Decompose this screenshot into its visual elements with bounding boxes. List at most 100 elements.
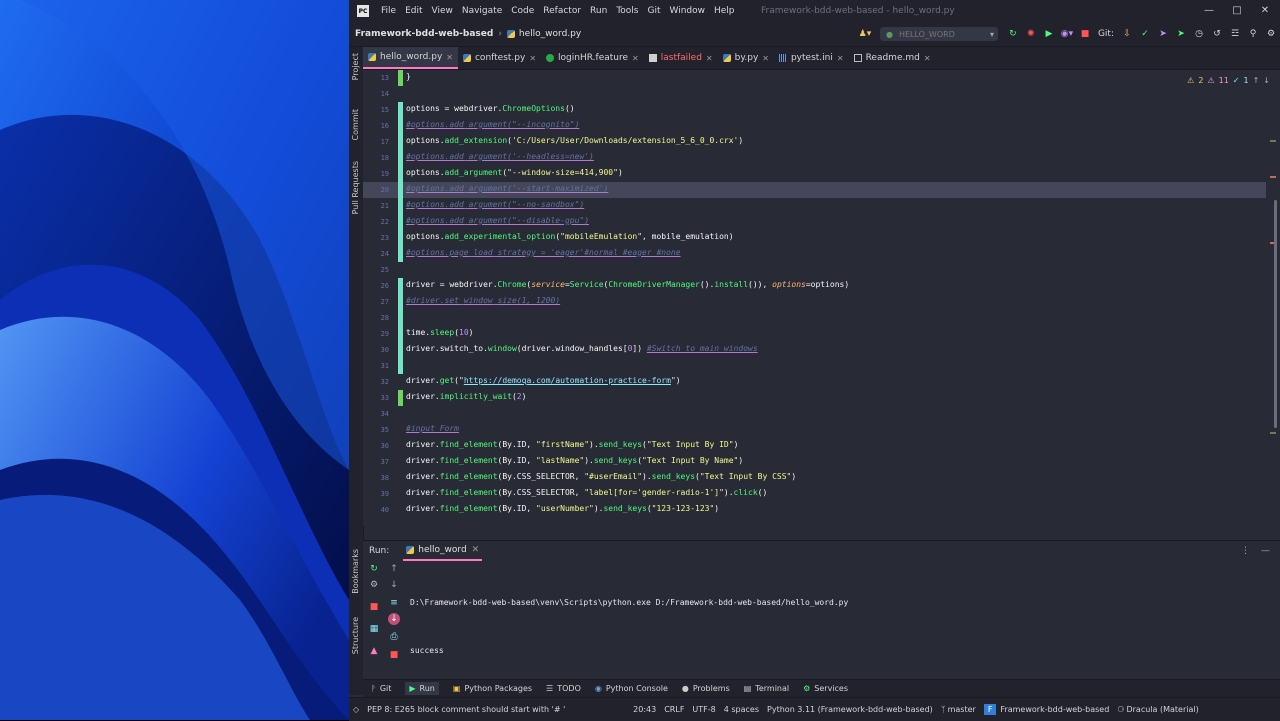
add-user-icon[interactable]: ♟▾ bbox=[857, 29, 873, 39]
vcs-change-marker[interactable] bbox=[398, 342, 403, 358]
caret-position[interactable]: 20:43 bbox=[633, 705, 656, 714]
code-line[interactable]: 15 options = webdriver.ChromeOptions() bbox=[363, 102, 1266, 118]
code-line[interactable]: 21 #options.add_argument("--no-sandbox") bbox=[363, 198, 1266, 214]
profile-icon[interactable]: ◉▾ bbox=[1059, 29, 1075, 39]
code-line[interactable]: 27 #driver.set_window_size(1, 1200) bbox=[363, 294, 1266, 310]
tool-window-commit[interactable]: Commit bbox=[351, 109, 360, 140]
editor-tab[interactable]: pytest.ini ✕ bbox=[774, 47, 849, 69]
line-number[interactable]: 30 bbox=[363, 346, 389, 354]
toggle-tool-windows-icon[interactable]: ◇ bbox=[353, 705, 359, 714]
search-icon[interactable]: ⚲ bbox=[1245, 29, 1261, 39]
line-number[interactable]: 27 bbox=[363, 298, 389, 306]
menu-file[interactable]: File bbox=[381, 6, 396, 16]
editor-tab[interactable]: Readme.md ✕ bbox=[849, 47, 936, 69]
line-number[interactable]: 15 bbox=[363, 106, 389, 114]
minimize-icon[interactable]: — bbox=[1196, 0, 1222, 22]
tool-window-button[interactable]: ▤ Terminal bbox=[744, 684, 789, 693]
line-number[interactable]: 34 bbox=[363, 410, 389, 418]
tool-window-structure[interactable]: Structure bbox=[351, 617, 360, 654]
close-tab-icon[interactable]: ✕ bbox=[924, 54, 931, 63]
code-line[interactable]: 31 bbox=[363, 358, 1266, 374]
line-number[interactable]: 17 bbox=[363, 138, 389, 146]
vcs-change-marker[interactable] bbox=[398, 214, 403, 230]
code-line[interactable]: 14 bbox=[363, 86, 1266, 102]
arrow-down-icon[interactable]: ↓ bbox=[388, 579, 400, 591]
line-number[interactable]: 16 bbox=[363, 122, 389, 130]
menu-window[interactable]: Window bbox=[670, 6, 706, 16]
tool-window-project[interactable]: Project bbox=[351, 53, 360, 80]
rollback-icon[interactable]: ↺ bbox=[1209, 29, 1225, 39]
indent-setting[interactable]: 4 spaces bbox=[724, 705, 759, 714]
breadcrumb-project[interactable]: Framework-bdd-web-based bbox=[355, 29, 493, 39]
code-line[interactable]: 24 #options.page_load_strategy = 'eager'#… bbox=[363, 246, 1266, 262]
menu-run[interactable]: Run bbox=[590, 6, 607, 16]
code-line[interactable]: 32 driver.get("https://demoqa.com/automat… bbox=[363, 374, 1266, 390]
line-number[interactable]: 23 bbox=[363, 234, 389, 242]
code-line[interactable]: 22 #options.add_argument("--disable-gpu") bbox=[363, 214, 1266, 230]
layout-icon[interactable]: ▦ bbox=[368, 623, 380, 635]
menu-help[interactable]: Help bbox=[714, 6, 735, 16]
translate-icon[interactable]: ☲ bbox=[1227, 29, 1243, 39]
line-number[interactable]: 37 bbox=[363, 458, 389, 466]
code-line[interactable]: 25 bbox=[363, 262, 1266, 278]
run-configuration-selector[interactable]: ● HELLO_WORD ▾ bbox=[879, 27, 998, 41]
tool-window-button[interactable]: ▶ Run bbox=[405, 682, 439, 695]
maximize-icon[interactable]: □ bbox=[1224, 0, 1250, 22]
vcs-change-marker[interactable] bbox=[398, 134, 403, 150]
menu-refactor[interactable]: Refactor bbox=[543, 6, 581, 16]
console-output[interactable]: D:\Framework-bdd-web-based\venv\Scripts\… bbox=[410, 563, 848, 691]
line-number[interactable]: 35 bbox=[363, 426, 389, 434]
tool-window-button[interactable]: ⚙ Services bbox=[803, 684, 848, 693]
code-line[interactable]: 28 bbox=[363, 310, 1266, 326]
vcs-change-marker[interactable] bbox=[398, 310, 403, 326]
rerun-icon[interactable]: ↻ bbox=[368, 563, 380, 575]
soft-wrap-icon[interactable]: ≡ bbox=[388, 597, 400, 609]
close-tab-icon[interactable]: ✕ bbox=[762, 54, 769, 63]
python-interpreter[interactable]: Python 3.11 (Framework-bdd-web-based) bbox=[767, 705, 933, 714]
vcs-change-marker[interactable] bbox=[398, 150, 403, 166]
hide-panel-icon[interactable]: — bbox=[1261, 546, 1270, 556]
code-line[interactable]: 39 driver.find_element(By.CSS_SELECTOR, "… bbox=[363, 486, 1266, 502]
tool-window-bookmarks[interactable]: Bookmarks bbox=[351, 549, 360, 594]
tool-window-button[interactable]: ◉ Python Console bbox=[595, 684, 668, 693]
editor-tab[interactable]: loginHR.feature ✕ bbox=[541, 47, 644, 69]
tool-window-button[interactable]: ☰ TODO bbox=[546, 684, 581, 693]
code-line[interactable]: 38 driver.find_element(By.CSS_SELECTOR, "… bbox=[363, 470, 1266, 486]
line-number[interactable]: 19 bbox=[363, 170, 389, 178]
vcs-change-marker[interactable] bbox=[398, 182, 403, 198]
vcs-change-marker[interactable] bbox=[398, 102, 403, 118]
code-line[interactable]: 23 options.add_experimental_option("mobil… bbox=[363, 230, 1266, 246]
editor-tab[interactable]: hello_word.py ✕ bbox=[363, 47, 458, 69]
vcs-change-marker[interactable] bbox=[398, 326, 403, 342]
code-line[interactable]: 19 options.add_argument("--window-size=41… bbox=[363, 166, 1266, 182]
vcs-change-marker[interactable] bbox=[398, 70, 403, 86]
tool-window-button[interactable]: ▣ Python Packages bbox=[453, 684, 532, 693]
code-line[interactable]: 16 #options.add_argument("--incognito") bbox=[363, 118, 1266, 134]
line-number[interactable]: 33 bbox=[363, 394, 389, 402]
code-line[interactable]: 20 #options.add_argument('--start-maximiz… bbox=[363, 182, 1266, 198]
git-commit-icon[interactable]: ✓ bbox=[1137, 29, 1153, 39]
code-line[interactable]: 33 driver.implicitly_wait(2) bbox=[363, 390, 1266, 406]
code-line[interactable]: 30 driver.switch_to.window(driver.window_… bbox=[363, 342, 1266, 358]
line-number[interactable]: 24 bbox=[363, 250, 389, 258]
line-number[interactable]: 32 bbox=[363, 378, 389, 386]
close-tab-icon[interactable]: ✕ bbox=[837, 54, 844, 63]
vcs-change-marker[interactable] bbox=[398, 294, 403, 310]
line-separator[interactable]: CRLF bbox=[664, 705, 684, 714]
close-tab-icon[interactable]: ✕ bbox=[632, 54, 639, 63]
code-line[interactable]: 34 bbox=[363, 406, 1266, 422]
menu-view[interactable]: View bbox=[432, 6, 453, 16]
code-line[interactable]: 29 time.sleep(10) bbox=[363, 326, 1266, 342]
editor-tab[interactable]: by.py ✕ bbox=[718, 47, 774, 69]
chevron-up-icon[interactable]: ↑ bbox=[1253, 76, 1260, 85]
line-number[interactable]: 29 bbox=[363, 330, 389, 338]
vcs-change-marker[interactable] bbox=[398, 358, 403, 374]
menu-code[interactable]: Code bbox=[511, 6, 534, 16]
git-pull-icon[interactable]: ➤ bbox=[1173, 29, 1189, 39]
menu-git[interactable]: Git bbox=[647, 6, 660, 16]
line-number[interactable]: 13 bbox=[363, 74, 389, 82]
vcs-change-marker[interactable] bbox=[398, 118, 403, 134]
code-line[interactable]: 36 driver.find_element(By.ID, "firstName"… bbox=[363, 438, 1266, 454]
line-number[interactable]: 22 bbox=[363, 218, 389, 226]
line-number[interactable]: 14 bbox=[363, 90, 389, 98]
